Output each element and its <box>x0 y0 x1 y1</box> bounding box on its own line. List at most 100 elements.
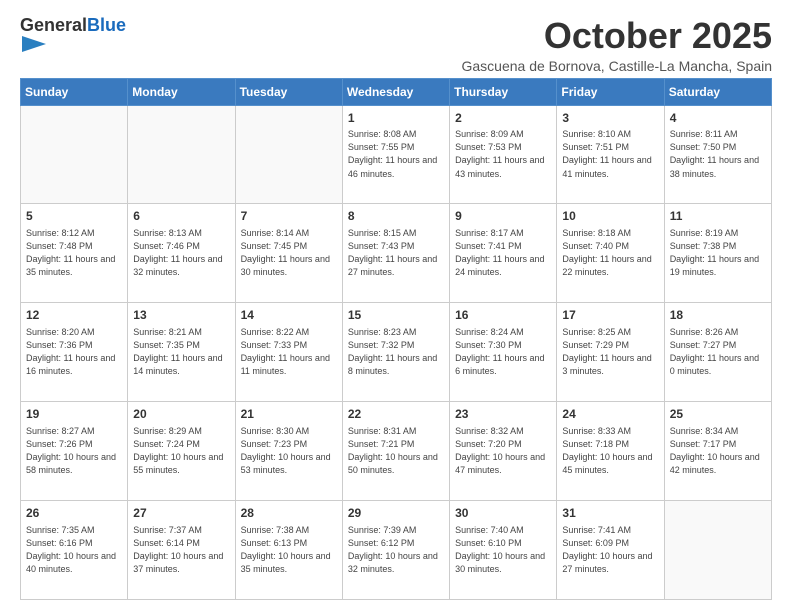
day-info: Sunrise: 8:15 AM Sunset: 7:43 PM Dayligh… <box>348 227 444 279</box>
day-cell: 20 Sunrise: 8:29 AM Sunset: 7:24 PM Dayli… <box>128 402 235 501</box>
day-info: Sunrise: 8:30 AM Sunset: 7:23 PM Dayligh… <box>241 425 337 477</box>
day-number: 1 <box>348 110 444 127</box>
day-number: 13 <box>133 307 229 324</box>
day-number: 26 <box>26 505 122 522</box>
day-number: 20 <box>133 406 229 423</box>
day-info: Sunrise: 7:35 AM Sunset: 6:16 PM Dayligh… <box>26 524 122 576</box>
calendar-body: 1Sunrise: 8:08 AM Sunset: 7:55 PM Daylig… <box>21 105 772 599</box>
day-number: 31 <box>562 505 658 522</box>
day-cell: 28Sunrise: 7:38 AM Sunset: 6:13 PM Dayli… <box>235 501 342 600</box>
header-row: SundayMondayTuesdayWednesdayThursdayFrid… <box>21 78 772 105</box>
day-info: Sunrise: 8:22 AM Sunset: 7:33 PM Dayligh… <box>241 326 337 378</box>
day-cell <box>21 105 128 204</box>
day-info: Sunrise: 7:38 AM Sunset: 6:13 PM Dayligh… <box>241 524 337 576</box>
week-row-4: 26 Sunrise: 7:35 AM Sunset: 6:16 PM Dayli… <box>21 501 772 600</box>
week-row-3: 19 Sunrise: 8:27 AM Sunset: 7:26 PM Dayli… <box>21 402 772 501</box>
day-cell: 17Sunrise: 8:25 AM Sunset: 7:29 PM Dayli… <box>557 303 664 402</box>
day-number: 12 <box>26 307 122 324</box>
header-cell-saturday: Saturday <box>664 78 771 105</box>
day-number: 3 <box>562 110 658 127</box>
day-number: 29 <box>348 505 444 522</box>
day-info: Sunrise: 8:10 AM Sunset: 7:51 PM Dayligh… <box>562 128 658 180</box>
week-row-1: 5 Sunrise: 8:12 AM Sunset: 7:48 PM Daylig… <box>21 204 772 303</box>
day-cell: 6 Sunrise: 8:13 AM Sunset: 7:46 PM Daylig… <box>128 204 235 303</box>
day-number: 5 <box>26 208 122 225</box>
day-cell: 21 Sunrise: 8:30 AM Sunset: 7:23 PM Dayli… <box>235 402 342 501</box>
day-cell: 16Sunrise: 8:24 AM Sunset: 7:30 PM Dayli… <box>450 303 557 402</box>
day-cell: 29 Sunrise: 7:39 AM Sunset: 6:12 PM Dayli… <box>342 501 449 600</box>
day-info: Sunrise: 8:23 AM Sunset: 7:32 PM Dayligh… <box>348 326 444 378</box>
day-info: Sunrise: 7:39 AM Sunset: 6:12 PM Dayligh… <box>348 524 444 576</box>
day-cell: 25 Sunrise: 8:34 AM Sunset: 7:17 PM Dayli… <box>664 402 771 501</box>
day-number: 7 <box>241 208 337 225</box>
day-number: 17 <box>562 307 658 324</box>
day-cell <box>664 501 771 600</box>
day-info: Sunrise: 8:33 AM Sunset: 7:18 PM Dayligh… <box>562 425 658 477</box>
day-info: Sunrise: 8:11 AM Sunset: 7:50 PM Dayligh… <box>670 128 766 180</box>
day-cell: 30 Sunrise: 7:40 AM Sunset: 6:10 PM Dayli… <box>450 501 557 600</box>
day-number: 2 <box>455 110 551 127</box>
header-cell-thursday: Thursday <box>450 78 557 105</box>
day-info: Sunrise: 8:34 AM Sunset: 7:17 PM Dayligh… <box>670 425 766 477</box>
day-number: 30 <box>455 505 551 522</box>
day-cell <box>128 105 235 204</box>
header-cell-wednesday: Wednesday <box>342 78 449 105</box>
day-info: Sunrise: 7:37 AM Sunset: 6:14 PM Dayligh… <box>133 524 229 576</box>
header-cell-sunday: Sunday <box>21 78 128 105</box>
day-cell: 19 Sunrise: 8:27 AM Sunset: 7:26 PM Dayli… <box>21 402 128 501</box>
calendar-table: SundayMondayTuesdayWednesdayThursdayFrid… <box>20 78 772 600</box>
day-info: Sunrise: 8:20 AM Sunset: 7:36 PM Dayligh… <box>26 326 122 378</box>
day-info: Sunrise: 8:19 AM Sunset: 7:38 PM Dayligh… <box>670 227 766 279</box>
day-cell: 5 Sunrise: 8:12 AM Sunset: 7:48 PM Daylig… <box>21 204 128 303</box>
day-info: Sunrise: 8:13 AM Sunset: 7:46 PM Dayligh… <box>133 227 229 279</box>
day-cell: 2Sunrise: 8:09 AM Sunset: 7:53 PM Daylig… <box>450 105 557 204</box>
day-cell: 26 Sunrise: 7:35 AM Sunset: 6:16 PM Dayli… <box>21 501 128 600</box>
header-cell-tuesday: Tuesday <box>235 78 342 105</box>
location-title: Gascuena de Bornova, Castille-La Mancha,… <box>461 58 772 74</box>
day-cell: 12 Sunrise: 8:20 AM Sunset: 7:36 PM Dayli… <box>21 303 128 402</box>
day-info: Sunrise: 8:12 AM Sunset: 7:48 PM Dayligh… <box>26 227 122 279</box>
day-number: 24 <box>562 406 658 423</box>
day-cell: 22Sunrise: 8:31 AM Sunset: 7:21 PM Dayli… <box>342 402 449 501</box>
header-cell-friday: Friday <box>557 78 664 105</box>
day-cell: 4Sunrise: 8:11 AM Sunset: 7:50 PM Daylig… <box>664 105 771 204</box>
day-number: 6 <box>133 208 229 225</box>
day-cell: 15Sunrise: 8:23 AM Sunset: 7:32 PM Dayli… <box>342 303 449 402</box>
day-cell: 1Sunrise: 8:08 AM Sunset: 7:55 PM Daylig… <box>342 105 449 204</box>
day-cell: 9 Sunrise: 8:17 AM Sunset: 7:41 PM Daylig… <box>450 204 557 303</box>
logo-general: General <box>20 15 87 35</box>
day-info: Sunrise: 8:27 AM Sunset: 7:26 PM Dayligh… <box>26 425 122 477</box>
day-number: 18 <box>670 307 766 324</box>
day-cell: 8 Sunrise: 8:15 AM Sunset: 7:43 PM Daylig… <box>342 204 449 303</box>
day-cell: 24 Sunrise: 8:33 AM Sunset: 7:18 PM Dayli… <box>557 402 664 501</box>
day-info: Sunrise: 7:40 AM Sunset: 6:10 PM Dayligh… <box>455 524 551 576</box>
day-number: 14 <box>241 307 337 324</box>
day-number: 8 <box>348 208 444 225</box>
day-number: 25 <box>670 406 766 423</box>
day-number: 11 <box>670 208 766 225</box>
logo: GeneralBlue <box>20 16 126 56</box>
page: GeneralBlue October 2025 Gascuena de Bor… <box>0 0 792 612</box>
day-cell: 23Sunrise: 8:32 AM Sunset: 7:20 PM Dayli… <box>450 402 557 501</box>
day-info: Sunrise: 7:41 AM Sunset: 6:09 PM Dayligh… <box>562 524 658 576</box>
day-number: 19 <box>26 406 122 423</box>
day-number: 27 <box>133 505 229 522</box>
header-cell-monday: Monday <box>128 78 235 105</box>
day-info: Sunrise: 8:08 AM Sunset: 7:55 PM Dayligh… <box>348 128 444 180</box>
day-number: 9 <box>455 208 551 225</box>
day-cell: 7 Sunrise: 8:14 AM Sunset: 7:45 PM Daylig… <box>235 204 342 303</box>
day-number: 4 <box>670 110 766 127</box>
week-row-0: 1Sunrise: 8:08 AM Sunset: 7:55 PM Daylig… <box>21 105 772 204</box>
day-cell: 3Sunrise: 8:10 AM Sunset: 7:51 PM Daylig… <box>557 105 664 204</box>
day-number: 21 <box>241 406 337 423</box>
day-cell: 10Sunrise: 8:18 AM Sunset: 7:40 PM Dayli… <box>557 204 664 303</box>
day-cell: 13Sunrise: 8:21 AM Sunset: 7:35 PM Dayli… <box>128 303 235 402</box>
day-info: Sunrise: 8:17 AM Sunset: 7:41 PM Dayligh… <box>455 227 551 279</box>
day-info: Sunrise: 8:14 AM Sunset: 7:45 PM Dayligh… <box>241 227 337 279</box>
week-row-2: 12 Sunrise: 8:20 AM Sunset: 7:36 PM Dayli… <box>21 303 772 402</box>
day-cell <box>235 105 342 204</box>
day-info: Sunrise: 8:32 AM Sunset: 7:20 PM Dayligh… <box>455 425 551 477</box>
day-info: Sunrise: 8:18 AM Sunset: 7:40 PM Dayligh… <box>562 227 658 279</box>
day-info: Sunrise: 8:29 AM Sunset: 7:24 PM Dayligh… <box>133 425 229 477</box>
day-cell: 31 Sunrise: 7:41 AM Sunset: 6:09 PM Dayli… <box>557 501 664 600</box>
